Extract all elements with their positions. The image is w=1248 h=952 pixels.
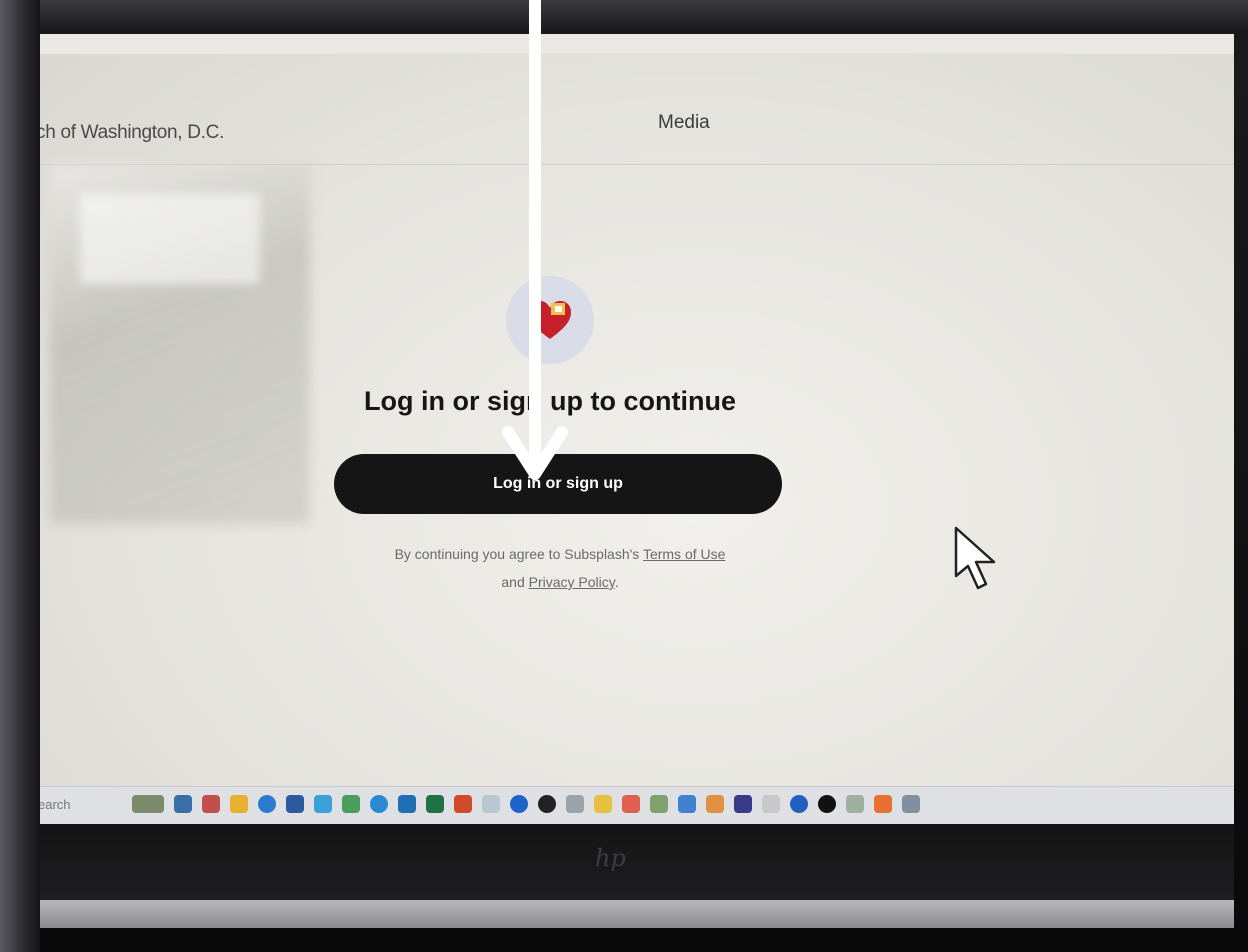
site-header: ch of Washington, D.C. Media <box>40 54 1234 165</box>
legal-suffix: . <box>614 574 619 590</box>
taskbar-app-icon[interactable] <box>174 795 192 813</box>
taskbar-app-icon[interactable] <box>734 795 752 813</box>
window-reflection-highlight <box>80 194 260 284</box>
taskbar-app-icon[interactable] <box>286 795 304 813</box>
taskbar-app-icon[interactable] <box>342 795 360 813</box>
laptop-screen: ch of Washington, D.C. Media Log in or s… <box>40 34 1234 824</box>
taskbar-app-icon[interactable] <box>706 795 724 813</box>
taskbar-app-icon[interactable] <box>202 795 220 813</box>
laptop-bezel-left <box>0 0 40 952</box>
taskbar-app-icon[interactable] <box>258 795 276 813</box>
taskbar-app-icon[interactable] <box>622 795 640 813</box>
cursor-icon <box>954 526 996 590</box>
church-name[interactable]: ch of Washington, D.C. <box>40 122 224 144</box>
taskbar-app-icon[interactable] <box>538 795 556 813</box>
taskbar-app-icon[interactable] <box>566 795 584 813</box>
taskbar: earch <box>40 786 1234 824</box>
nav-item-media[interactable]: Media <box>658 112 710 134</box>
taskbar-app-icon[interactable] <box>762 795 780 813</box>
terms-of-use-link[interactable]: Terms of Use <box>643 546 725 562</box>
privacy-policy-link[interactable]: Privacy Policy <box>529 574 615 590</box>
taskbar-app-icon[interactable] <box>510 795 528 813</box>
taskbar-app-icon[interactable] <box>594 795 612 813</box>
taskbar-app-icon[interactable] <box>370 795 388 813</box>
brand-logo-icon: ℎ𝑝 <box>595 844 626 872</box>
taskbar-app-icon[interactable] <box>132 795 164 813</box>
taskbar-app-icon[interactable] <box>678 795 696 813</box>
taskbar-app-icon[interactable] <box>650 795 668 813</box>
taskbar-app-icon[interactable] <box>790 795 808 813</box>
annotation-arrow-icon <box>502 0 568 480</box>
legal-and: and <box>501 574 529 590</box>
taskbar-app-icon[interactable] <box>454 795 472 813</box>
legal-notice: By continuing you agree to Subsplash's T… <box>330 540 790 596</box>
taskbar-app-icon[interactable] <box>902 795 920 813</box>
laptop-bezel-top <box>0 0 1248 34</box>
taskbar-app-icon[interactable] <box>482 795 500 813</box>
taskbar-app-icon[interactable] <box>314 795 332 813</box>
legal-prefix: By continuing you agree to Subsplash's <box>394 546 643 562</box>
taskbar-icons <box>132 795 920 813</box>
taskbar-search[interactable]: earch <box>40 797 71 812</box>
taskbar-app-icon[interactable] <box>230 795 248 813</box>
laptop-hinge <box>40 900 1234 928</box>
laptop-base: ℎ𝑝 <box>40 824 1234 900</box>
taskbar-app-icon[interactable] <box>398 795 416 813</box>
taskbar-app-icon[interactable] <box>846 795 864 813</box>
taskbar-app-icon[interactable] <box>818 795 836 813</box>
taskbar-app-icon[interactable] <box>426 795 444 813</box>
taskbar-app-icon[interactable] <box>874 795 892 813</box>
browser-top-strip <box>40 34 1234 55</box>
